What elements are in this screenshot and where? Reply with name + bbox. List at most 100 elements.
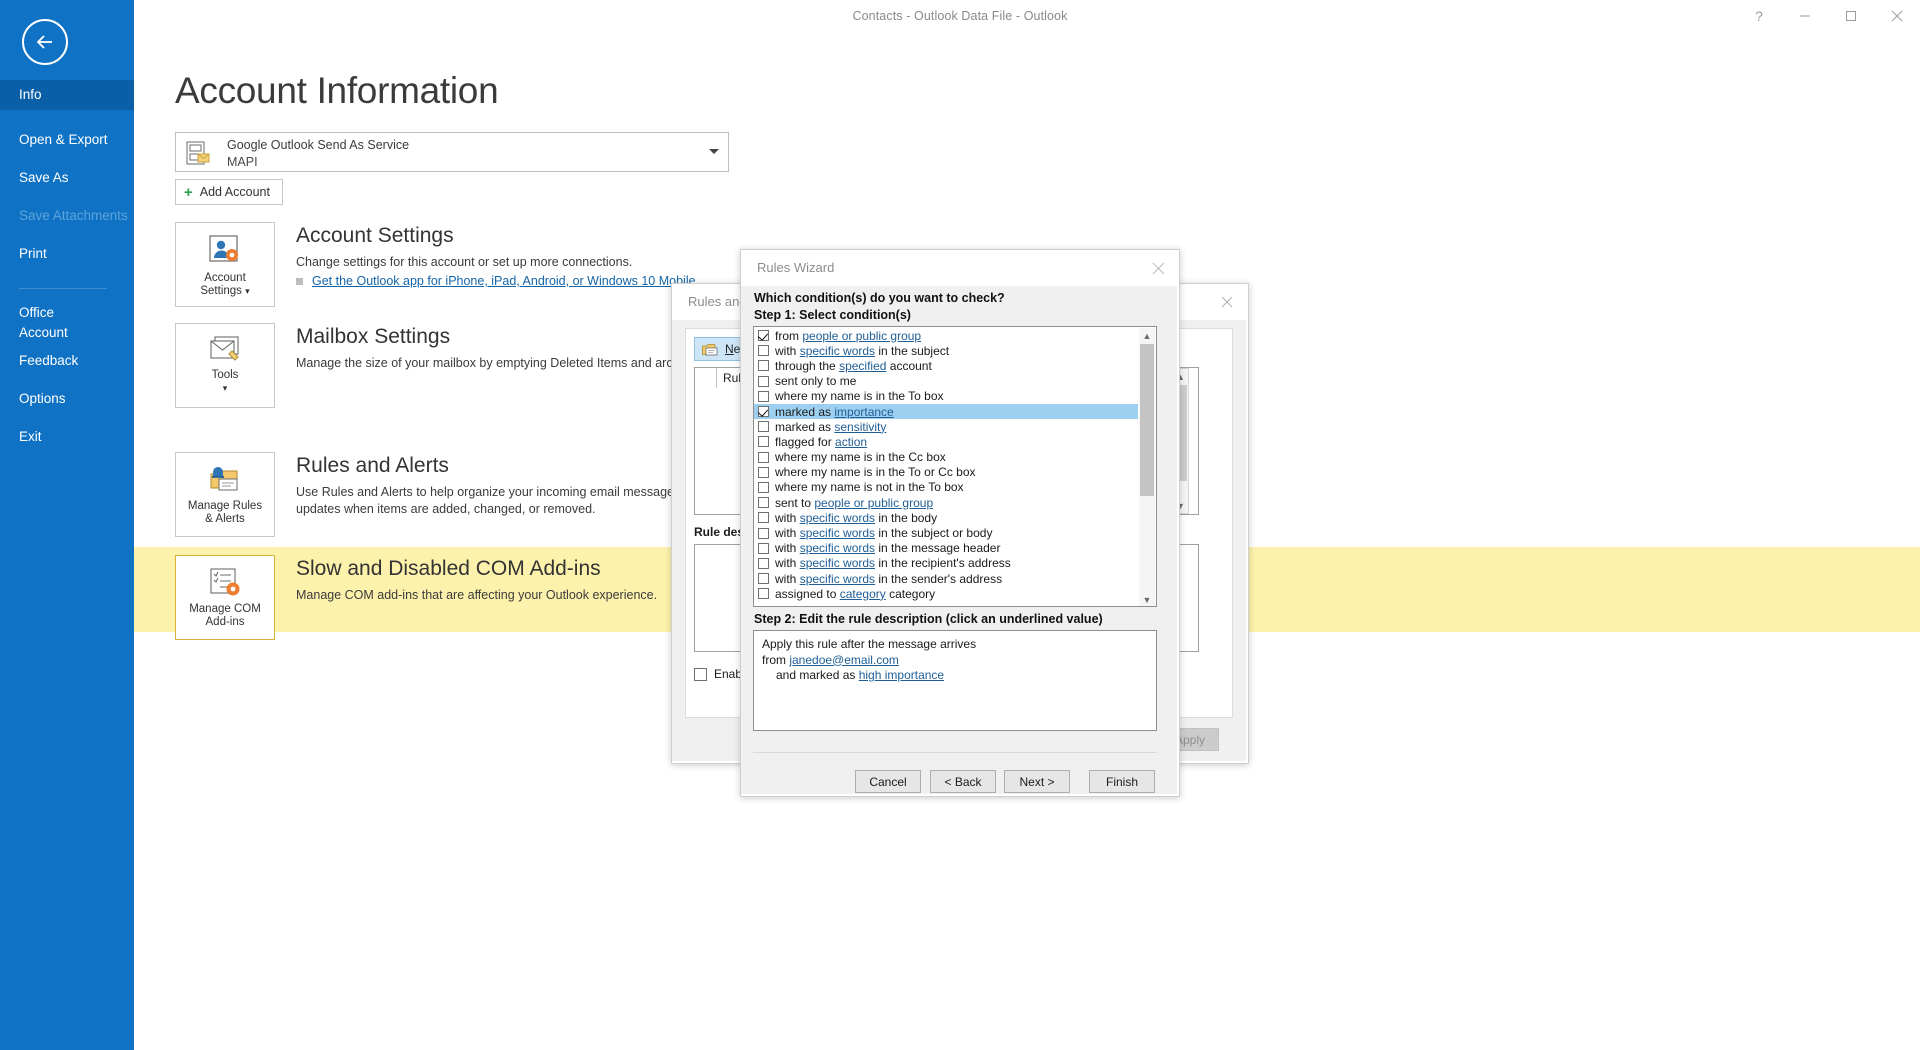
condition-checkbox[interactable] bbox=[758, 527, 769, 539]
condition-text: sent only to me bbox=[775, 374, 857, 389]
conditions-list[interactable]: from people or public group with specific… bbox=[753, 326, 1157, 607]
condition-value-link[interactable]: specific words bbox=[800, 541, 875, 555]
manage-com-addins-tile[interactable]: Manage COM Add-ins bbox=[175, 555, 275, 640]
rail-item-exit[interactable]: Exit bbox=[0, 422, 134, 452]
dialog-body: Which condition(s) do you want to check?… bbox=[741, 286, 1177, 794]
checkbox-box bbox=[694, 667, 707, 681]
outlook-app-link[interactable]: Get the Outlook app for iPhone, iPad, An… bbox=[312, 274, 699, 288]
condition-value-link[interactable]: sensitivity bbox=[834, 420, 886, 434]
condition-value-link[interactable]: specific words bbox=[800, 526, 875, 540]
condition-value-link[interactable]: specific words bbox=[800, 556, 875, 570]
condition-row[interactable]: with specific words in the recipient's a… bbox=[754, 556, 1138, 571]
condition-row[interactable]: flagged for action bbox=[754, 434, 1138, 449]
condition-checkbox[interactable] bbox=[758, 390, 769, 402]
chevron-down-icon[interactable]: ▼ bbox=[1139, 592, 1155, 606]
condition-checkbox[interactable] bbox=[758, 542, 769, 554]
condition-value-link[interactable]: action bbox=[835, 435, 867, 449]
finish-button[interactable]: Finish bbox=[1089, 770, 1155, 793]
condition-row[interactable]: through the specified account bbox=[754, 358, 1138, 373]
condition-checkbox[interactable] bbox=[758, 421, 769, 433]
condition-checkbox[interactable] bbox=[758, 436, 769, 448]
condition-checkbox[interactable] bbox=[758, 588, 769, 600]
rules-col-check[interactable] bbox=[695, 368, 717, 388]
section-heading: Rules and Alerts bbox=[296, 454, 449, 477]
chevron-down-icon[interactable] bbox=[709, 149, 719, 154]
next-button[interactable]: Next > bbox=[1004, 770, 1070, 793]
conditions-scrollbar[interactable]: ▲ ▼ bbox=[1139, 328, 1155, 606]
account-selector[interactable]: Google Outlook Send As Service MAPI bbox=[175, 132, 729, 172]
condition-checkbox[interactable] bbox=[758, 466, 769, 478]
rule-description-text: and marked as bbox=[776, 668, 859, 682]
restore-icon[interactable] bbox=[1828, 0, 1874, 32]
back-arrow-icon[interactable] bbox=[22, 19, 68, 65]
close-icon[interactable] bbox=[1210, 288, 1244, 316]
condition-text: category bbox=[885, 586, 936, 601]
condition-row[interactable]: sent only to me bbox=[754, 374, 1138, 389]
tools-tile[interactable]: Tools ▾ bbox=[175, 323, 275, 408]
rail-item-options[interactable]: Options bbox=[0, 384, 134, 414]
condition-row[interactable]: with specific words in the subject or bo… bbox=[754, 525, 1138, 540]
help-icon[interactable]: ? bbox=[1736, 0, 1782, 32]
minimize-icon[interactable] bbox=[1782, 0, 1828, 32]
scrollbar-thumb[interactable] bbox=[1140, 344, 1154, 496]
section-heading: Slow and Disabled COM Add-ins bbox=[296, 557, 601, 580]
condition-row[interactable]: with specific words in the sender's addr… bbox=[754, 571, 1138, 586]
condition-checkbox[interactable] bbox=[758, 481, 769, 493]
rule-description-text: from bbox=[762, 652, 790, 667]
rail-item-label-line1: Office bbox=[19, 305, 55, 320]
condition-text: marked as bbox=[775, 419, 835, 434]
condition-checkbox[interactable] bbox=[758, 375, 769, 387]
condition-row[interactable]: with specific words in the message heade… bbox=[754, 541, 1138, 556]
condition-row[interactable]: from people or public group bbox=[754, 328, 1138, 343]
condition-value-link[interactable]: category bbox=[840, 587, 886, 601]
rule-description-link[interactable]: janedoe@email.com bbox=[789, 653, 899, 667]
rail-item-open-export[interactable]: Open & Export bbox=[0, 125, 134, 155]
new-rule-icon bbox=[702, 343, 718, 355]
condition-checkbox[interactable] bbox=[758, 451, 769, 463]
chevron-up-icon[interactable]: ▲ bbox=[1139, 328, 1155, 343]
condition-checkbox[interactable] bbox=[758, 330, 769, 342]
rail-item-feedback[interactable]: Feedback bbox=[0, 346, 134, 376]
rail-item-info[interactable]: Info bbox=[0, 80, 134, 110]
condition-value-link[interactable]: specific words bbox=[800, 572, 875, 586]
condition-label: flagged for action bbox=[775, 435, 867, 449]
condition-value-link[interactable]: people or public group bbox=[802, 329, 921, 343]
condition-row[interactable]: where my name is not in the To box bbox=[754, 480, 1138, 495]
condition-checkbox[interactable] bbox=[758, 345, 769, 357]
condition-value-link[interactable]: people or public group bbox=[814, 496, 933, 510]
condition-value-link[interactable]: importance bbox=[834, 405, 893, 419]
condition-value-link[interactable]: specific words bbox=[800, 344, 875, 358]
condition-row[interactable]: assigned to category category bbox=[754, 586, 1138, 601]
condition-row[interactable]: with specific words in the subject bbox=[754, 343, 1138, 358]
condition-text: where my name is in the Cc box bbox=[775, 450, 946, 465]
add-account-button[interactable]: + Add Account bbox=[175, 179, 283, 205]
condition-row[interactable]: marked as sensitivity bbox=[754, 419, 1138, 434]
condition-value-link[interactable]: specific words bbox=[800, 511, 875, 525]
section-link-row[interactable]: Get the Outlook app for iPhone, iPad, An… bbox=[296, 274, 699, 288]
condition-checkbox[interactable] bbox=[758, 512, 769, 524]
condition-row[interactable]: with specific words in the body bbox=[754, 510, 1138, 525]
condition-checkbox[interactable] bbox=[758, 497, 769, 509]
condition-row[interactable]: where my name is in the Cc box bbox=[754, 450, 1138, 465]
rail-item-print[interactable]: Print bbox=[0, 239, 134, 269]
condition-row[interactable]: where my name is in the To box bbox=[754, 389, 1138, 404]
condition-row[interactable]: sent to people or public group bbox=[754, 495, 1138, 510]
rail-item-save-as[interactable]: Save As bbox=[0, 163, 134, 193]
condition-row[interactable]: where my name is in the To or Cc box bbox=[754, 465, 1138, 480]
condition-row[interactable]: marked as importance bbox=[754, 403, 1138, 420]
account-settings-tile[interactable]: Account Settings ▾ bbox=[175, 222, 275, 307]
rule-description-editor[interactable]: Apply this rule after the message arrive… bbox=[753, 630, 1157, 731]
close-icon[interactable] bbox=[1141, 254, 1175, 282]
condition-checkbox[interactable] bbox=[758, 406, 769, 418]
cancel-button[interactable]: Cancel bbox=[855, 770, 921, 793]
condition-value-link[interactable]: specified bbox=[839, 359, 886, 373]
back-button[interactable]: < Back bbox=[930, 770, 996, 793]
rule-description-link[interactable]: high importance bbox=[859, 668, 944, 682]
rail-item-office-account[interactable]: Office Account bbox=[0, 300, 134, 344]
manage-rules-alerts-tile[interactable]: Manage Rules & Alerts bbox=[175, 452, 275, 537]
condition-checkbox[interactable] bbox=[758, 573, 769, 585]
condition-text: assigned to bbox=[775, 586, 840, 601]
condition-checkbox[interactable] bbox=[758, 557, 769, 569]
condition-checkbox[interactable] bbox=[758, 360, 769, 372]
close-icon[interactable] bbox=[1874, 0, 1920, 32]
